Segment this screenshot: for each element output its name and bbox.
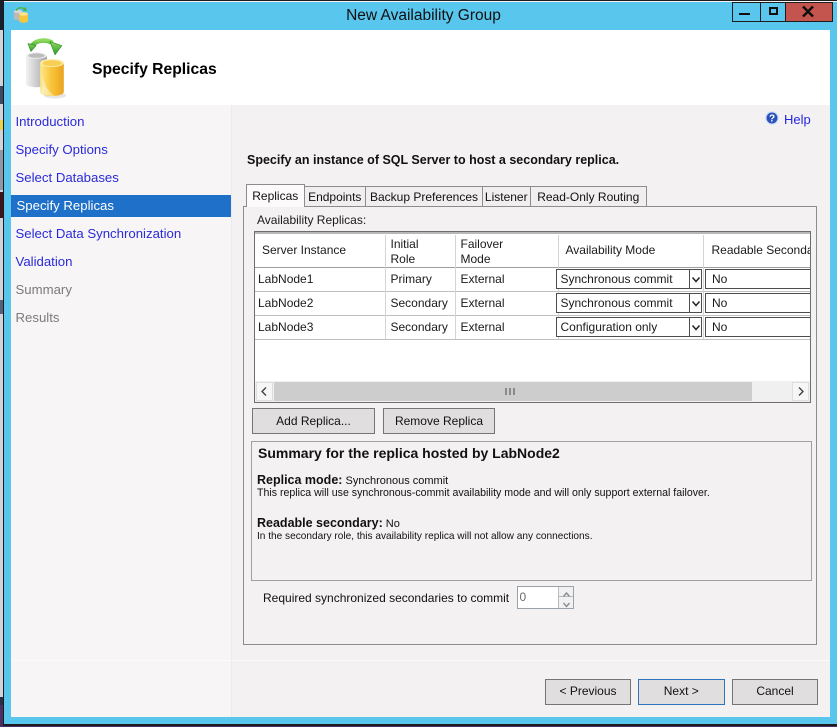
svg-text:?: ? bbox=[769, 114, 775, 125]
